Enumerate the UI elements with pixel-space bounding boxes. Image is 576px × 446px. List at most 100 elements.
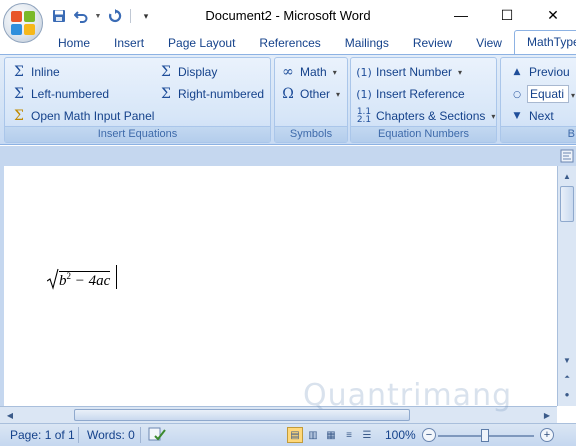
view-ruler-icon[interactable]: [560, 149, 574, 163]
tab-mailings[interactable]: Mailings: [333, 32, 401, 54]
insert-number-label: Insert Number: [376, 65, 453, 79]
zoom-out-button[interactable]: −: [422, 428, 436, 442]
previous-label: Previou: [529, 65, 570, 79]
redo-icon[interactable]: [106, 7, 124, 25]
equation-reference-icon: (1): [356, 87, 372, 101]
scroll-right-icon[interactable]: ▶: [539, 407, 555, 423]
zoom-in-button[interactable]: +: [540, 428, 554, 442]
status-separator: [140, 427, 141, 443]
other-symbols-button[interactable]: Ω Other ▾: [280, 84, 340, 104]
save-icon[interactable]: [50, 7, 68, 25]
chevron-down-icon: ▾: [571, 90, 576, 100]
undo-icon[interactable]: [72, 7, 90, 25]
status-separator: [78, 427, 79, 443]
qat-separator: [130, 9, 131, 23]
insert-equations-group: Σ Inline Σ Display Σ Left-numbered Σ Rig…: [4, 57, 271, 143]
equation-browse-radio[interactable]: ○: [509, 85, 525, 105]
close-button[interactable]: ✕: [530, 0, 576, 30]
scroll-down-icon[interactable]: ▼: [559, 352, 575, 368]
insert-reference-label: Insert Reference: [376, 87, 465, 101]
maximize-button[interactable]: ☐: [484, 0, 530, 30]
inline-button[interactable]: Σ Inline: [11, 62, 60, 82]
status-bar: Page: 1 of 1 Words: 0 ▤ ▥ ▦ ≡ ☰ 100% − +: [0, 423, 576, 446]
tab-references[interactable]: References: [247, 32, 332, 54]
equation-object[interactable]: b 2 − 4ac: [47, 268, 111, 290]
open-math-input-panel-button[interactable]: Σ Open Math Input Panel: [11, 106, 154, 126]
chapters-sections-icon: 1.1 2.1: [356, 107, 372, 125]
chevron-down-icon: ▾: [332, 67, 337, 77]
full-screen-reading-icon[interactable]: ▥: [305, 427, 321, 443]
sigma-icon: Σ: [161, 64, 171, 80]
display-label: Display: [178, 65, 218, 79]
word-count[interactable]: Words: 0: [87, 428, 135, 442]
browse-dropdown-icon[interactable]: ▾: [569, 85, 575, 105]
omega-icon: Ω: [282, 86, 294, 102]
radio-icon: ○: [513, 90, 521, 100]
office-button[interactable]: [3, 3, 43, 43]
previous-equation-button[interactable]: ▲ Previou: [509, 62, 570, 82]
right-numbered-label: Right-numbered: [178, 87, 265, 101]
symbols-group: ∞ Math ▾ Ω Other ▾ Symbols: [274, 57, 348, 143]
tab-view[interactable]: View: [464, 32, 514, 54]
right-numbered-button[interactable]: Σ Right-numbered: [158, 84, 264, 104]
chapters-sections-button[interactable]: 1.1 2.1 Chapters & Sections ▾: [356, 106, 496, 126]
left-numbered-label: Left-numbered: [31, 87, 110, 101]
undo-dropdown-icon[interactable]: ▼: [94, 7, 102, 25]
tab-review[interactable]: Review: [401, 32, 464, 54]
equation-numbers-group: (1) Insert Number ▾ (1) Insert Reference…: [350, 57, 497, 143]
text-cursor: [116, 265, 117, 289]
symbols-group-label: Symbols: [275, 126, 347, 142]
horizontal-scrollbar[interactable]: ◀ ▶: [0, 406, 557, 423]
radicand: b 2 − 4ac: [59, 271, 111, 290]
tab-mathtype[interactable]: MathType: [513, 30, 576, 54]
chapters-sections-label: Chapters & Sections: [376, 109, 486, 123]
title-bar: ▼ ▾ Document2 - Microsoft Word — ☐ ✕: [0, 0, 576, 43]
select-browse-object-icon[interactable]: ●: [559, 386, 575, 402]
vertical-scrollbar[interactable]: ▲ ▼ ⏶ ●: [557, 166, 576, 406]
sigma-numbered-icon: Σ: [161, 86, 171, 102]
equation-numbers-group-label: Equation Numbers: [351, 126, 496, 142]
vertical-scroll-thumb[interactable]: [560, 186, 574, 222]
browse-target-select[interactable]: Equati: [527, 85, 569, 103]
arrow-down-icon: ▼: [513, 111, 521, 121]
quick-access-toolbar: ▼ ▾: [50, 7, 155, 25]
customize-qat-icon[interactable]: ▾: [137, 7, 155, 25]
print-layout-icon[interactable]: ▤: [287, 427, 303, 443]
ruler-area: [0, 146, 576, 166]
outline-icon[interactable]: ≡: [341, 427, 357, 443]
open-math-input-panel-label: Open Math Input Panel: [31, 109, 155, 123]
left-numbered-button[interactable]: Σ Left-numbered: [11, 84, 109, 104]
tab-page-layout[interactable]: Page Layout: [156, 32, 247, 54]
chevron-down-icon: ▾: [458, 67, 463, 77]
insert-number-button[interactable]: (1) Insert Number ▾: [356, 62, 462, 82]
draft-icon[interactable]: ☰: [359, 427, 375, 443]
ribbon-tabs: Home Insert Page Layout References Maili…: [46, 30, 576, 54]
other-symbols-label: Other: [300, 87, 331, 101]
ribbon: Σ Inline Σ Display Σ Left-numbered Σ Rig…: [0, 54, 576, 145]
math-symbols-button[interactable]: ∞ Math ▾: [280, 62, 337, 82]
scroll-up-icon[interactable]: ▲: [559, 168, 575, 184]
chevron-down-icon: ▾: [336, 89, 341, 99]
horizontal-scroll-thumb[interactable]: [74, 409, 410, 421]
page-count[interactable]: Page: 1 of 1: [10, 428, 75, 442]
radicand-rest: − 4ac: [71, 273, 111, 289]
next-equation-button[interactable]: ▼ Next: [509, 106, 554, 126]
radicand-b: b: [59, 273, 67, 289]
scroll-left-icon[interactable]: ◀: [2, 407, 18, 423]
tab-insert[interactable]: Insert: [102, 32, 156, 54]
insert-equations-group-label: Insert Equations: [5, 126, 270, 142]
zoom-slider-thumb[interactable]: [481, 429, 489, 442]
web-layout-icon[interactable]: ▦: [323, 427, 339, 443]
tab-home[interactable]: Home: [46, 32, 102, 54]
zoom-level[interactable]: 100%: [385, 428, 416, 442]
insert-reference-button[interactable]: (1) Insert Reference: [356, 84, 465, 104]
previous-page-icon[interactable]: ⏶: [559, 370, 575, 386]
proofing-icon[interactable]: [148, 426, 166, 445]
inline-label: Inline: [31, 65, 60, 79]
math-symbols-label: Math: [300, 65, 327, 79]
display-button[interactable]: Σ Display: [158, 62, 217, 82]
minimize-button[interactable]: —: [438, 0, 484, 30]
window-controls: — ☐ ✕: [438, 0, 576, 30]
sigma-icon: Σ: [14, 64, 24, 80]
equation-number-icon: (1): [356, 65, 372, 79]
